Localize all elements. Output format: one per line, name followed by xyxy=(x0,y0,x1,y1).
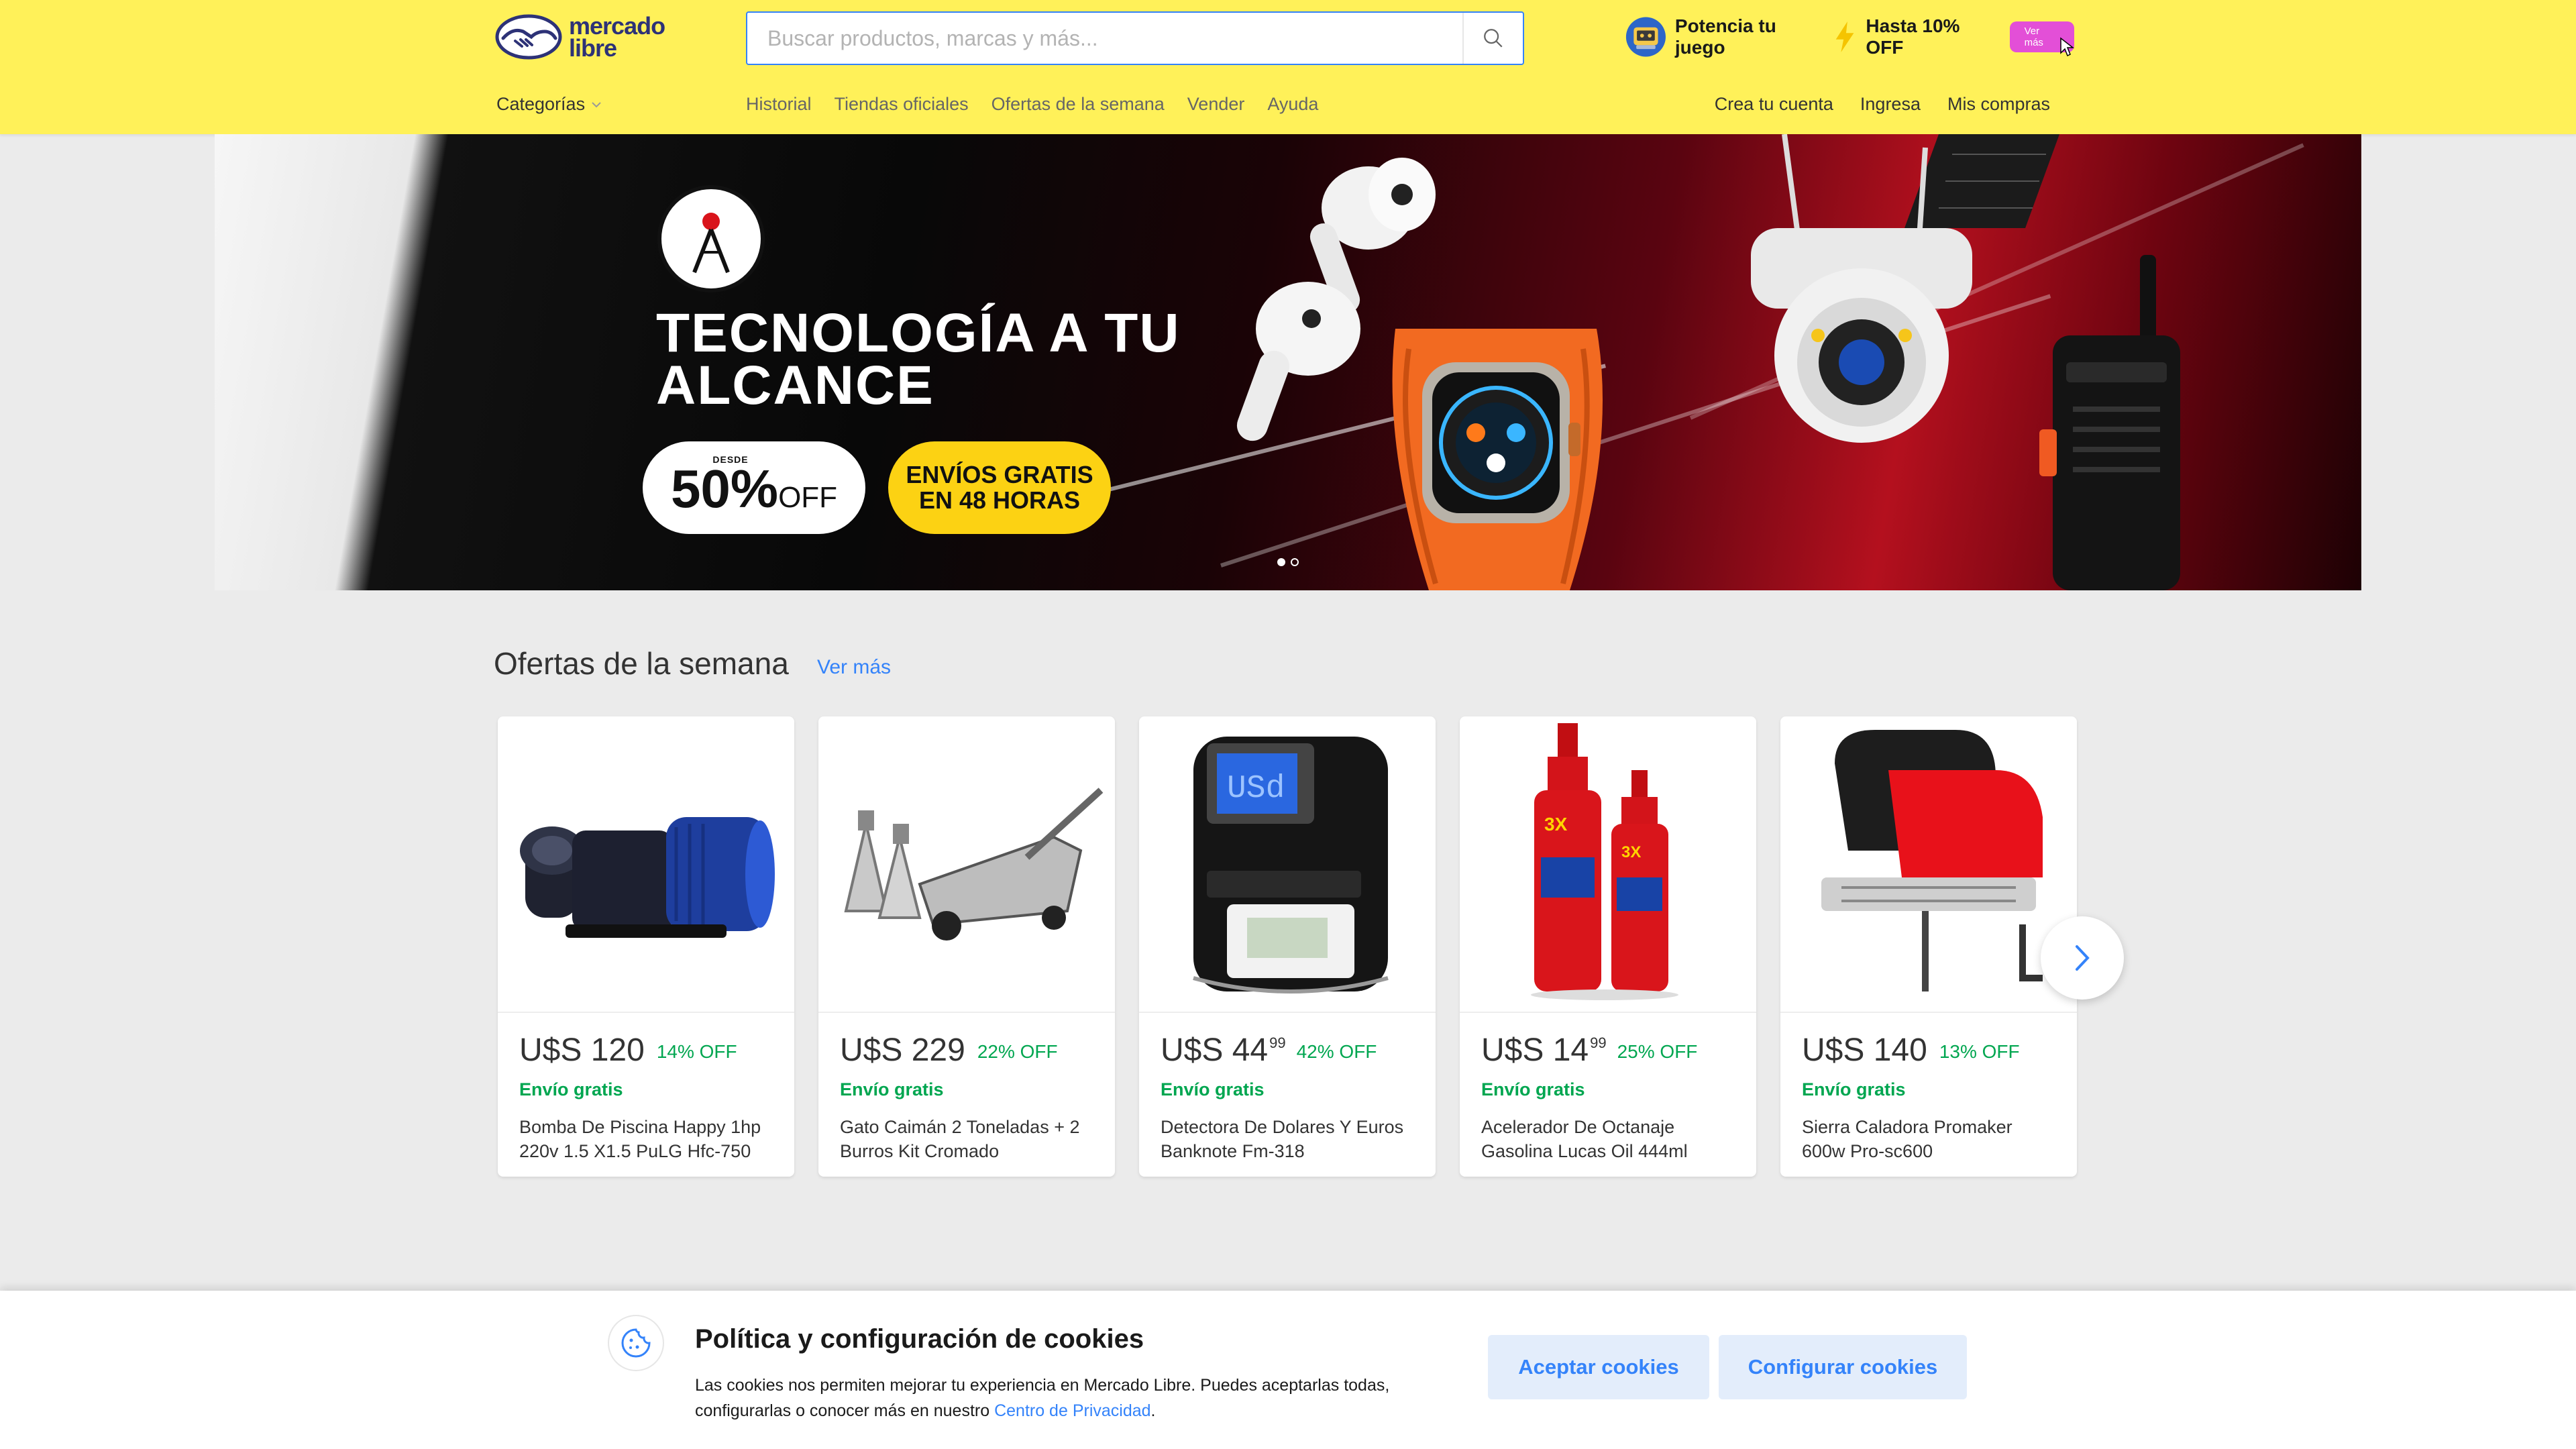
floor-jack-image xyxy=(844,788,1104,941)
octane-booster-image: 3X 3X xyxy=(1531,723,1678,1000)
cookie-icon xyxy=(608,1315,664,1371)
security-camera-image xyxy=(1751,134,2059,443)
hero-banner[interactable]: TECNOLOGÍA A TU ALCANCE DESDE 50%OFF ENV… xyxy=(215,134,2361,590)
offers-ver-mas-link[interactable]: Ver más xyxy=(817,656,891,679)
product-card[interactable]: U$S 120 14% OFF Envío gratis Bomba De Pi… xyxy=(498,716,794,1177)
product-card[interactable]: 3X 3X U$S 14 99 25% OFF Envío gratis Ace… xyxy=(1460,716,1756,1177)
product-title[interactable]: Gato Caimán 2 Toneladas + 2 Burros Kit C… xyxy=(840,1115,1093,1163)
product-title[interactable]: Detectora De Dolares Y Euros Banknote Fm… xyxy=(1161,1115,1414,1163)
pool-pump-image xyxy=(520,817,775,938)
product-image xyxy=(1780,716,2077,1013)
money-detector-image: USd xyxy=(1193,737,1389,994)
my-purchases-link[interactable]: Mis compras xyxy=(1947,94,2050,115)
product-title[interactable]: Bomba De Piscina Happy 1hp 220v 1.5 X1.5… xyxy=(519,1115,773,1163)
search-icon xyxy=(1484,29,1503,48)
product-title[interactable]: Sierra Caladora Promaker 600w Pro-sc600 xyxy=(1802,1115,2055,1163)
categories-label: Categorías xyxy=(496,94,586,114)
jigsaw-image xyxy=(1821,730,2043,991)
svg-text:3X: 3X xyxy=(1544,814,1568,835)
search-bar xyxy=(746,11,1524,65)
nav-link-tiendas-oficiales[interactable]: Tiendas oficiales xyxy=(835,94,969,115)
site-header: mercado libre Potencia tu juego Hasta 10… xyxy=(0,0,2576,134)
shipping-badge: ENVÍOS GRATIS EN 48 HORAS xyxy=(888,441,1111,534)
carousel-dot-active[interactable] xyxy=(1277,558,1285,566)
categories-menu[interactable]: Categorías xyxy=(496,94,602,115)
mouse-cursor-icon xyxy=(2060,37,2075,57)
carousel-dot[interactable] xyxy=(1291,558,1299,566)
promo-text: Potencia tu juego xyxy=(1674,15,1776,58)
product-title[interactable]: Acelerador De Octanaje Gasolina Lucas Oi… xyxy=(1481,1115,1735,1163)
accept-cookies-button[interactable]: Aceptar cookies xyxy=(1488,1335,1709,1399)
product-price: U$S 44 xyxy=(1161,1032,1269,1068)
product-discount: 42% OFF xyxy=(1296,1041,1377,1062)
promo-banner[interactable]: Potencia tu juego Hasta 10% OFF Ver más xyxy=(1625,13,2075,60)
logo-wordmark: mercado libre xyxy=(569,12,665,62)
search-input[interactable] xyxy=(747,13,1462,64)
svg-text:USd: USd xyxy=(1227,771,1285,807)
smartwatch-image xyxy=(1392,329,1603,590)
cookie-banner: Política y configuración de cookies Las … xyxy=(0,1291,2576,1449)
mercadolibre-logo[interactable]: mercado libre xyxy=(495,12,680,62)
product-card[interactable]: U$S 229 22% OFF Envío gratis Gato Caimán… xyxy=(818,716,1115,1177)
carousel-dots xyxy=(1277,558,1299,566)
chevron-down-icon xyxy=(592,101,601,107)
privacy-center-link[interactable]: Centro de Privacidad xyxy=(994,1401,1150,1420)
product-image: 3X 3X xyxy=(1460,716,1756,1013)
create-account-link[interactable]: Crea tu cuenta xyxy=(1715,94,1833,115)
product-image: USd xyxy=(1139,716,1436,1013)
product-card[interactable]: U$S 140 13% OFF Envío gratis Sierra Cala… xyxy=(1780,716,2077,1177)
search-button[interactable] xyxy=(1462,13,1523,64)
product-shipping: Envío gratis xyxy=(840,1079,944,1099)
product-discount: 25% OFF xyxy=(1617,1041,1698,1062)
lightning-icon xyxy=(1835,21,1854,52)
walkie-talkie-image xyxy=(2039,255,2180,590)
product-shipping: Envío gratis xyxy=(1802,1079,1906,1099)
product-discount: 14% OFF xyxy=(656,1041,737,1062)
offers-section-title: Ofertas de la semana xyxy=(494,646,789,681)
discount-badge: DESDE 50%OFF xyxy=(643,441,865,534)
product-discount: 22% OFF xyxy=(977,1041,1058,1062)
product-price: U$S 120 xyxy=(519,1032,645,1068)
cookie-title: Política y configuración de cookies xyxy=(695,1324,1144,1354)
nav-link-vender[interactable]: Vender xyxy=(1187,94,1245,115)
cookie-description: Las cookies nos permiten mejorar tu expe… xyxy=(695,1376,1390,1420)
tower-logo-icon xyxy=(692,213,730,274)
promo-offer: Hasta 10% OFF xyxy=(1866,15,1960,58)
nav-link-ayuda[interactable]: Ayuda xyxy=(1267,94,1318,115)
account-nav: Crea tu cuenta Ingresa Mis compras xyxy=(1715,94,2050,115)
product-price-cents: 99 xyxy=(1269,1034,1286,1051)
product-price-cents: 99 xyxy=(1590,1034,1607,1051)
product-price: U$S 14 xyxy=(1481,1032,1589,1068)
product-price: U$S 140 xyxy=(1802,1032,1927,1068)
main-nav: Historial Tiendas oficiales Ofertas de l… xyxy=(746,94,1318,115)
hero-headline: TECNOLOGÍA A TU ALCANCE xyxy=(656,303,1181,416)
nav-link-ofertas[interactable]: Ofertas de la semana xyxy=(991,94,1165,115)
nav-link-historial[interactable]: Historial xyxy=(746,94,812,115)
configure-cookies-button[interactable]: Configurar cookies xyxy=(1719,1335,1967,1399)
chevron-right-icon xyxy=(2076,945,2090,971)
product-shipping: Envío gratis xyxy=(1161,1079,1265,1099)
product-shipping: Envío gratis xyxy=(1481,1079,1585,1099)
cookie-symbol-icon xyxy=(621,1328,651,1358)
product-price: U$S 229 xyxy=(840,1032,965,1068)
product-discount: 13% OFF xyxy=(1939,1041,2020,1062)
product-image xyxy=(818,716,1115,1013)
product-image xyxy=(498,716,794,1013)
game-console-icon xyxy=(1625,17,1666,57)
handshake-logo-icon xyxy=(495,14,562,60)
carousel-next-button[interactable] xyxy=(2041,916,2124,1000)
login-link[interactable]: Ingresa xyxy=(1860,94,1921,115)
svg-text:3X: 3X xyxy=(1621,843,1641,861)
product-card[interactable]: USd U$S 44 99 42% OFF Envío gratis Detec… xyxy=(1139,716,1436,1177)
product-shipping: Envío gratis xyxy=(519,1079,623,1099)
brand-logo xyxy=(657,185,765,292)
